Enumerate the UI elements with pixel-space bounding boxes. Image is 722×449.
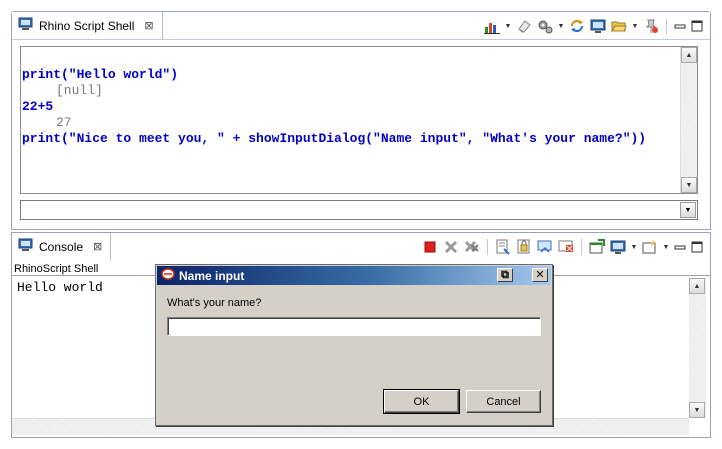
maximize-icon[interactable] [690,240,704,254]
shell-view-header: Rhino Script Shell ⊠ ▼ ▼ ▼ [12,12,710,40]
chevron-down-icon[interactable]: ▼ [504,17,512,35]
name-input-dialog: Name input ⧉ ✕ What's your name? OK Canc… [155,264,553,426]
ok-button[interactable]: OK [383,389,460,414]
refresh-arrows-icon[interactable] [568,17,586,35]
name-input-field[interactable] [167,317,541,336]
minimize-icon[interactable] [673,240,687,254]
display-icon[interactable] [589,17,607,35]
scroll-lock-icon[interactable] [515,238,533,256]
scroll-up-icon[interactable]: ▲ [681,47,697,63]
script-input-line: print("Hello world") [22,67,179,82]
chevron-down-icon[interactable]: ▼ [630,238,638,256]
remove-all-icon[interactable] [463,238,481,256]
java-cup-icon [161,268,175,283]
pin-console-icon[interactable] [557,238,575,256]
chevron-down-icon[interactable]: ▼ [557,17,565,35]
dialog-title-bar[interactable]: Name input ⧉ ✕ [157,266,551,285]
console-toolbar: ▼ ▼ [421,237,704,257]
clear-console-icon[interactable] [494,238,512,256]
rhino-script-shell-view: Rhino Script Shell ⊠ ▼ ▼ ▼ print("Hello … [11,11,711,230]
cancel-button[interactable]: Cancel [466,390,541,413]
toolbar-separator [487,239,488,255]
dialog-prompt: What's your name? [167,297,262,309]
chevron-down-icon[interactable]: ▼ [662,238,670,256]
restore-icon[interactable]: ⧉ [497,268,513,282]
tab-title: Console [39,239,84,254]
script-output-line: 27 [56,115,72,130]
toolbar-separator [581,239,582,255]
new-console-icon[interactable] [641,238,659,256]
bar-chart-icon[interactable] [483,17,501,35]
script-output-line: [null] [56,83,103,98]
tab-rhino-script-shell[interactable]: Rhino Script Shell ⊠ [12,12,163,39]
maximize-icon[interactable] [690,19,704,33]
pin-icon[interactable] [642,17,660,35]
eraser-icon[interactable] [515,17,533,35]
word-wrap-icon[interactable] [536,238,554,256]
script-input-line: 22+5 [22,99,54,114]
dialog-title: Name input [179,268,245,283]
remove-icon[interactable] [442,238,460,256]
open-console-icon[interactable] [588,238,606,256]
header-divider [12,39,710,40]
open-folder-icon[interactable] [610,17,628,35]
script-code: print("Hello world") [null] 22+5 27 print("N… [22,67,646,147]
combo-dropdown-icon[interactable]: ▼ [680,202,696,218]
console-name-label: RhinoScript Shell [14,263,99,275]
script-input-line: print("Nice to meet you, " + showInputDi… [22,131,647,146]
script-editor[interactable]: print("Hello world") [null] 22+5 27 print("N… [20,46,698,194]
console-output-text: Hello world [17,280,103,295]
scroll-down-icon[interactable]: ▼ [689,402,705,418]
monitor-icon [18,17,33,34]
tab-close-icon[interactable]: ⊠ [144,19,153,32]
editor-vertical-scrollbar[interactable]: ▲ ▼ [680,47,697,193]
gears-icon[interactable] [536,17,554,35]
tab-console[interactable]: Console ⊠ [12,233,112,260]
console-vertical-scrollbar[interactable]: ▲ ▼ [689,278,706,418]
display-selected-console-icon[interactable] [609,238,627,256]
tab-close-icon[interactable]: ⊠ [93,240,102,253]
minimize-icon[interactable] [673,19,687,33]
toolbar-separator [666,18,667,34]
shell-toolbar: ▼ ▼ ▼ [483,16,704,36]
chevron-down-icon[interactable]: ▼ [631,17,639,35]
scroll-down-icon[interactable]: ▼ [681,177,697,193]
stop-icon[interactable] [421,238,439,256]
close-icon[interactable]: ✕ [532,268,548,282]
tab-title: Rhino Script Shell [39,18,135,33]
scroll-up-icon[interactable]: ▲ [689,278,705,294]
console-monitor-icon [18,238,33,255]
console-view-header: Console ⊠ ▼ ▼ [12,233,710,261]
script-input-combo[interactable]: ▼ [20,200,698,220]
